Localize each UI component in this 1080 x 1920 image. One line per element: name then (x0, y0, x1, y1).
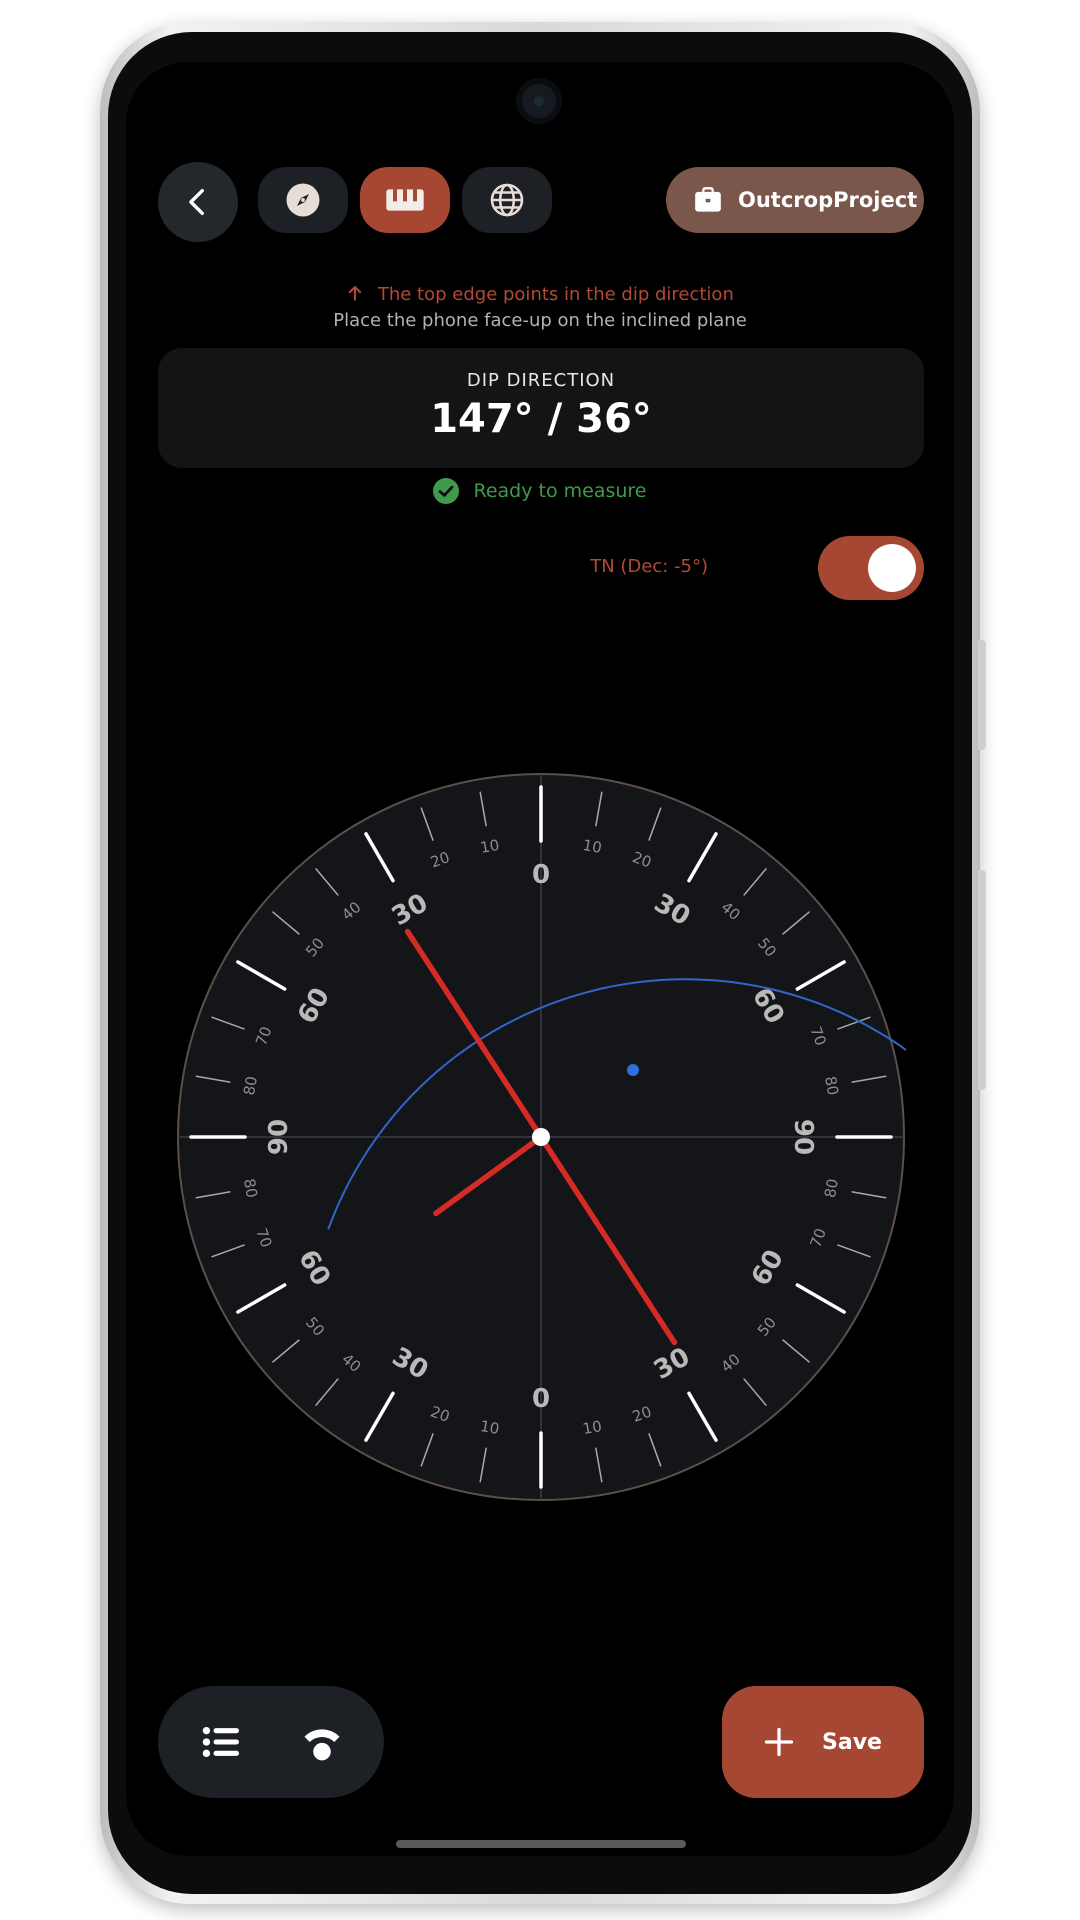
minor-tick-label: 10 (581, 1417, 603, 1438)
power-button (978, 640, 986, 750)
pole-dot (627, 1064, 639, 1076)
briefcase-icon (695, 187, 721, 212)
save-label: Save (822, 1729, 882, 1755)
bottom-toolbar (158, 1686, 384, 1798)
save-button[interactable]: Save (722, 1686, 924, 1798)
instruction-line-2: Place the phone face-up on the inclined … (333, 310, 747, 331)
status-text: Ready to measure (473, 480, 647, 502)
list-icon (202, 1726, 239, 1758)
status-row: Ready to measure (126, 478, 954, 504)
volume-button (978, 870, 986, 1090)
instruction-direction: The top edge points in the dip direction (126, 284, 954, 305)
minor-tick-label: 80 (240, 1177, 261, 1199)
front-camera (516, 78, 562, 124)
project-chip[interactable]: OutcropProject (666, 167, 924, 233)
mode-compass-button[interactable] (258, 167, 348, 233)
major-tick-label: 90 (264, 1119, 294, 1155)
ruler-icon (386, 189, 424, 211)
reading-card: DIP DIRECTION 147° / 36° (158, 348, 924, 468)
minor-tick-label: 10 (479, 836, 501, 857)
globe-icon (490, 183, 524, 217)
signal-button[interactable] (272, 1686, 372, 1798)
back-button[interactable] (158, 162, 238, 242)
clinometer-dial: 0102030 405060708090807060504030201001020… (177, 773, 906, 1501)
major-tick-label: 0 (532, 860, 550, 890)
signal-icon (304, 1729, 340, 1761)
home-indicator[interactable] (396, 1840, 686, 1848)
major-tick-label: 0 (532, 1384, 550, 1414)
check-circle-icon (433, 478, 460, 504)
true-north-label: TN (Dec: -5°) (590, 556, 708, 577)
mode-globe-button[interactable] (462, 167, 552, 233)
compass-icon (286, 183, 320, 217)
mode-clinometer-button[interactable] (360, 167, 450, 233)
true-north-toggle[interactable] (818, 536, 924, 600)
reading-value: 147° / 36° (430, 396, 652, 442)
list-button[interactable] (172, 1686, 272, 1798)
minor-tick-label: 80 (821, 1177, 842, 1199)
minor-tick-label: 10 (581, 836, 603, 857)
minor-tick-label: 10 (479, 1417, 501, 1438)
arrow-up-icon (346, 284, 378, 305)
minor-tick-label: 80 (240, 1075, 261, 1097)
project-name: OutcropProject (738, 188, 918, 212)
major-tick-label: 90 (788, 1119, 818, 1155)
instruction-line-1: The top edge points in the dip direction (377, 284, 734, 305)
toggle-knob (868, 544, 916, 592)
plus-icon (764, 1727, 794, 1757)
center-pivot (532, 1128, 550, 1146)
screen: OutcropProject The top edge points in th… (126, 62, 954, 1856)
chevron-left-icon (189, 188, 204, 216)
reading-label: DIP DIRECTION (466, 370, 616, 391)
minor-tick-label: 80 (821, 1075, 842, 1097)
